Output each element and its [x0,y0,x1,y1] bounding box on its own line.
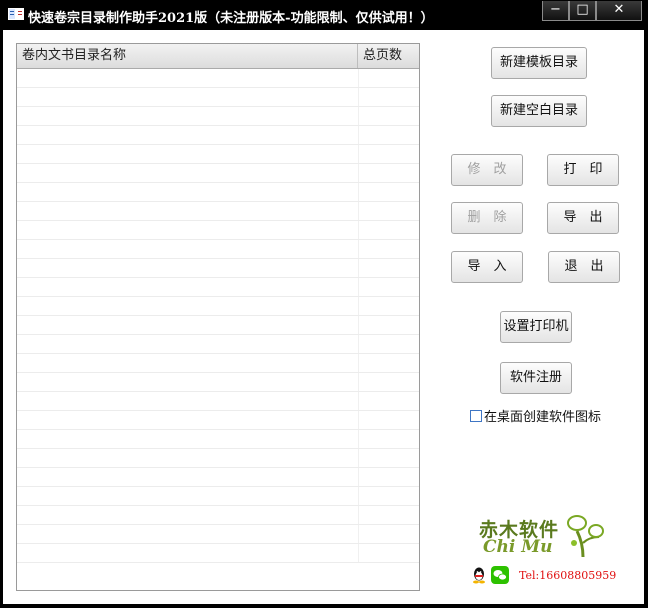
column-header-pages[interactable]: 总页数 [358,44,419,68]
table-row[interactable] [17,335,419,354]
app-window: 快速卷宗目录制作助手2021版（未注册版本-功能限制、仅供试用！） − □ ✕ … [0,0,648,608]
table-row[interactable] [17,468,419,487]
register-button[interactable]: 软件注册 [500,362,572,394]
cell-name [17,411,359,429]
cell-name [17,126,359,144]
table-row[interactable] [17,544,419,563]
exit-button[interactable]: 退 出 [548,251,620,283]
minimize-button[interactable]: − [542,1,569,21]
cell-name [17,544,359,562]
list-header: 卷内文书目录名称 总页数 [17,44,419,69]
new-blank-directory-button[interactable]: 新建空白目录 [491,95,587,127]
cell-name [17,335,359,353]
table-row[interactable] [17,240,419,259]
table-row[interactable] [17,449,419,468]
cell-name [17,487,359,505]
cell-name [17,297,359,315]
cell-name [17,202,359,220]
table-row[interactable] [17,183,419,202]
table-row[interactable] [17,69,419,88]
table-row[interactable] [17,430,419,449]
desktop-icon-label: 在桌面创建软件图标 [484,410,602,425]
qq-icon[interactable] [470,566,488,584]
table-row[interactable] [17,145,419,164]
table-row[interactable] [17,392,419,411]
cell-name [17,88,359,106]
wechat-icon[interactable] [491,566,509,584]
cell-name [17,107,359,125]
table-row[interactable] [17,88,419,107]
app-icon [8,8,24,20]
table-row[interactable] [17,297,419,316]
table-row[interactable] [17,259,419,278]
client-area: 卷内文书目录名称 总页数 新建模板目录 新建空白目录 修 改 打 印 删 除 导… [3,30,644,604]
table-row[interactable] [17,164,419,183]
cell-name [17,145,359,163]
print-button[interactable]: 打 印 [547,154,619,186]
table-row[interactable] [17,316,419,335]
cell-name [17,468,359,486]
cell-name [17,316,359,334]
title-bar[interactable]: 快速卷宗目录制作助手2021版（未注册版本-功能限制、仅供试用！） − □ ✕ [0,0,648,30]
import-button[interactable]: 导 入 [451,251,523,283]
setup-printer-button[interactable]: 设置打印机 [500,311,572,343]
table-row[interactable] [17,278,419,297]
cell-name [17,69,359,87]
table-row[interactable] [17,373,419,392]
desktop-icon-checkbox[interactable] [470,409,482,422]
table-row[interactable] [17,411,419,430]
tree-icon [567,515,604,558]
contact-phone: Tel:16608805959 [519,569,617,582]
edit-button[interactable]: 修 改 [451,154,523,186]
table-row[interactable] [17,126,419,145]
cell-name [17,449,359,467]
new-template-directory-button[interactable]: 新建模板目录 [491,47,587,79]
cell-name [17,164,359,182]
cell-name [17,221,359,239]
table-row[interactable] [17,107,419,126]
column-header-name[interactable]: 卷内文书目录名称 [17,44,358,68]
table-row[interactable] [17,202,419,221]
delete-button[interactable]: 删 除 [451,202,523,234]
window-title: 快速卷宗目录制作助手2021版（未注册版本-功能限制、仅供试用！） [28,11,434,26]
cell-name [17,354,359,372]
table-row[interactable] [17,354,419,373]
cell-name [17,392,359,410]
table-row[interactable] [17,221,419,240]
table-row[interactable] [17,487,419,506]
cell-name [17,430,359,448]
cell-name [17,525,359,543]
table-row[interactable] [17,506,419,525]
cell-name [17,240,359,258]
logo-pinyin-text: Chi Mu [483,537,553,557]
close-button[interactable]: ✕ [596,1,642,21]
cell-name [17,278,359,296]
cell-name [17,183,359,201]
company-logo: 赤木软件 Chi Mu [479,513,605,563]
cell-name [17,373,359,391]
cell-name [17,259,359,277]
directory-list[interactable]: 卷内文书目录名称 总页数 [16,43,420,591]
cell-name [17,506,359,524]
window-controls: − □ ✕ [542,1,642,21]
desktop-icon-option[interactable]: 在桌面创建软件图标 [470,406,601,425]
export-button[interactable]: 导 出 [547,202,619,234]
list-rows [17,69,419,563]
table-row[interactable] [17,525,419,544]
maximize-button[interactable]: □ [569,1,596,21]
